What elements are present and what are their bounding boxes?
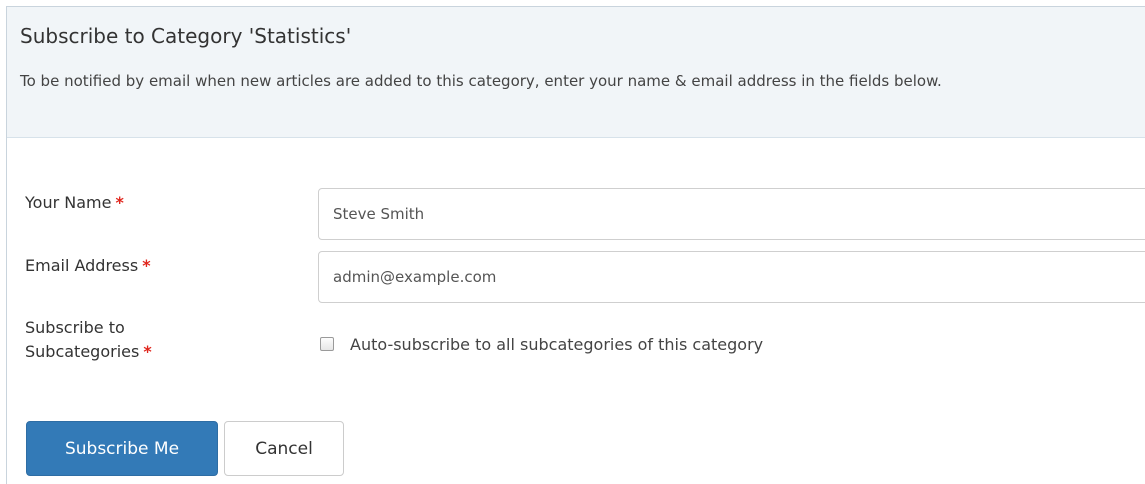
- email-required-mark: *: [142, 256, 151, 275]
- subcategories-label: Subscribe to Subcategories *: [25, 316, 152, 364]
- panel-header: Subscribe to Category 'Statistics' To be…: [7, 7, 1145, 138]
- panel-description: To be notified by email when new article…: [20, 72, 942, 90]
- email-input[interactable]: [318, 251, 1145, 303]
- email-label: Email Address *: [25, 254, 151, 278]
- page-title: Subscribe to Category 'Statistics': [20, 24, 352, 48]
- name-input[interactable]: [318, 188, 1145, 240]
- auto-subscribe-label[interactable]: Auto-subscribe to all subcategories of t…: [350, 335, 763, 354]
- subcategories-label-line2: Subcategories: [25, 342, 140, 361]
- email-label-text: Email Address: [25, 256, 139, 275]
- subcategories-required-mark: *: [143, 342, 152, 361]
- subscribe-panel: Subscribe to Category 'Statistics' To be…: [6, 6, 1145, 484]
- cancel-button[interactable]: Cancel: [224, 421, 344, 476]
- subscribe-button[interactable]: Subscribe Me: [26, 421, 218, 476]
- name-label: Your Name *: [25, 191, 124, 215]
- name-label-text: Your Name: [25, 193, 112, 212]
- auto-subscribe-checkbox[interactable]: [320, 337, 334, 351]
- name-required-mark: *: [115, 193, 124, 212]
- auto-subscribe-row[interactable]: Auto-subscribe to all subcategories of t…: [320, 333, 763, 355]
- subcategories-label-line1: Subscribe to: [25, 318, 125, 337]
